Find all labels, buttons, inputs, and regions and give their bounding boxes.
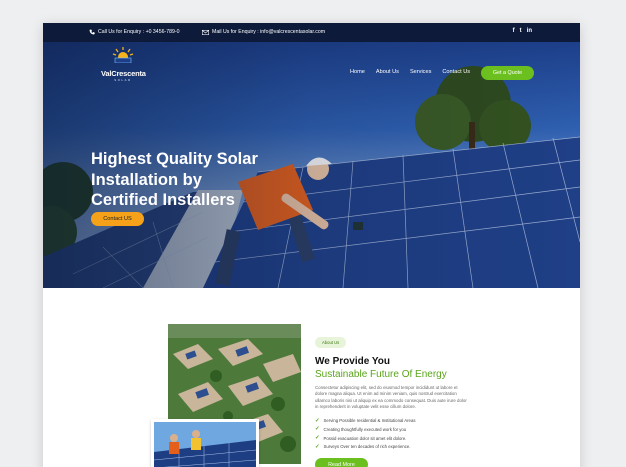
brand-logo[interactable]: ValCrescenta SOLAR — [101, 47, 146, 82]
linkedin-icon[interactable]: in — [527, 28, 532, 34]
main-nav: Home About Us Services Contact Us — [350, 69, 470, 75]
about-title: We Provide You — [315, 356, 391, 367]
about-us-pill: About Us — [315, 337, 347, 348]
hero-headline-line: Highest Quality Solar — [91, 150, 258, 168]
twitter-icon[interactable]: t — [520, 28, 522, 34]
list-item-text: Creating thoughtfully executed work for … — [323, 426, 407, 432]
contact-us-button[interactable]: Contact US — [91, 212, 144, 226]
about-subtitle: Sustainable Future Of Energy — [315, 369, 447, 380]
mail-text: Mail Us for Enquiry : info@valcrescentas… — [212, 29, 326, 35]
get-quote-button[interactable]: Get a Quote — [481, 66, 534, 80]
list-item-text: Serving Possible residential & Instituti… — [323, 418, 416, 424]
check-icon: ✓ — [315, 435, 320, 442]
nav-about[interactable]: About Us — [376, 69, 399, 75]
hero-section: ValCrescenta SOLAR Home About Us Service… — [43, 42, 580, 288]
brand-name: ValCrescenta — [101, 69, 146, 78]
phone-icon — [89, 29, 95, 35]
about-section: About Us We Provide You Sustainable Futu… — [315, 331, 475, 467]
check-icon: ✓ — [315, 426, 320, 433]
phone-text: Call Us for Enquiry : +0 3456-789-0 — [98, 29, 180, 35]
social-links: f t in — [513, 28, 532, 34]
nav-home[interactable]: Home — [350, 69, 365, 75]
facebook-icon[interactable]: f — [513, 28, 515, 34]
check-icon: ✓ — [315, 443, 320, 450]
nav-contact[interactable]: Contact Us — [442, 69, 470, 75]
mail-icon — [202, 29, 209, 35]
sun-logo-icon — [112, 47, 134, 64]
hero-headline-line: Certified Installers — [91, 191, 235, 209]
mail-contact[interactable]: Mail Us for Enquiry : info@valcrescentas… — [202, 29, 325, 35]
list-item: ✓ Possid evacuation dolor sit amet elit d… — [315, 434, 475, 443]
nav-services[interactable]: Services — [410, 69, 431, 75]
list-item-text: Possid evacuation dolor sit amet elit do… — [323, 435, 407, 441]
feature-list: ✓ Serving Possible residential & Institut… — [315, 416, 475, 451]
check-icon: ✓ — [315, 417, 320, 424]
brand-tagline: SOLAR — [114, 78, 132, 82]
list-item-text: Surveys Over ten decades of rich experie… — [323, 444, 411, 450]
list-item: ✓ Serving Possible residential & Institut… — [315, 416, 475, 425]
top-bar: Call Us for Enquiry : +0 3456-789-0 Mail… — [43, 23, 580, 42]
list-item: ✓ Surveys Over ten decades of rich experi… — [315, 443, 475, 452]
phone-contact[interactable]: Call Us for Enquiry : +0 3456-789-0 — [89, 29, 179, 35]
hero-headline: Highest Quality Solar Installation by Ce… — [91, 149, 311, 211]
installers-on-roof-image — [151, 419, 259, 467]
website-page: Call Us for Enquiry : +0 3456-789-0 Mail… — [43, 23, 580, 467]
list-item: ✓ Creating thoughtfully executed work for… — [315, 425, 475, 434]
read-more-button[interactable]: Read More — [315, 458, 368, 467]
hero-headline-line: Installation by — [91, 170, 202, 189]
about-body: Consectetur adipiscing elit, sed do eius… — [315, 385, 467, 409]
